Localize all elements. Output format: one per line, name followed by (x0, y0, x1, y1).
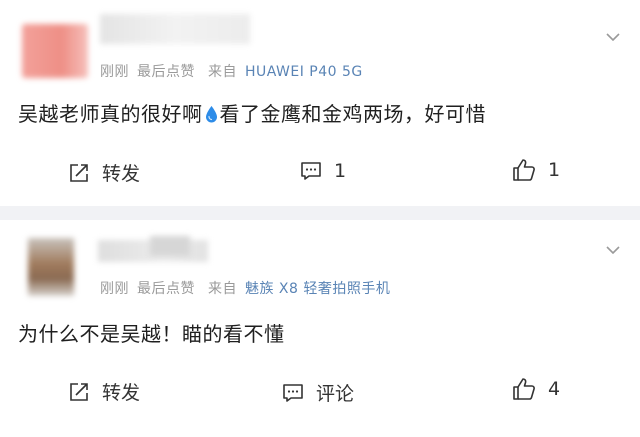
username-extra (150, 236, 190, 256)
source-label: 来自 (207, 64, 237, 80)
droplet-icon (205, 106, 217, 123)
share-label: 转发 (102, 163, 141, 185)
chevron-down-icon[interactable] (606, 33, 620, 41)
comment-text: 吴越老师真的很好啊 看了金鹰和金鸡两场，好可惜 (18, 98, 486, 127)
comment-text-part-2: 看了金鹰和金鸡两场，好可惜 (219, 102, 486, 126)
device-link[interactable]: HUAWEI P40 5G (245, 64, 363, 80)
share-icon (70, 163, 88, 182)
like-button[interactable]: 4 (512, 377, 560, 401)
avatar[interactable] (28, 238, 74, 296)
like-button[interactable]: 1 (512, 158, 560, 182)
comment-card-1: 刚刚 最后点赞 来自 HUAWEI P40 5G 吴越老师真的很好啊 看了金鹰和金鸡… (0, 0, 640, 206)
device-link[interactable]: 魅族 X8 轻奢拍照手机 (245, 281, 390, 297)
comment-button[interactable]: 评论 (282, 379, 354, 406)
comment-icon (283, 383, 303, 402)
comment-count: 1 (334, 160, 347, 182)
comment-button[interactable]: 1 (300, 160, 346, 182)
thumbs-up-icon (513, 378, 535, 400)
comment-label: 评论 (316, 383, 355, 405)
share-label: 转发 (102, 382, 141, 404)
like-count: 1 (548, 159, 561, 181)
thumbs-up-icon (513, 159, 535, 181)
avatar[interactable] (22, 24, 88, 78)
like-count: 4 (548, 378, 561, 400)
source-label: 来自 (207, 281, 237, 297)
divider (0, 206, 640, 220)
timestamp: 刚刚 (100, 281, 129, 297)
comment-icon (301, 162, 321, 180)
comment-meta: 刚刚 最后点赞 来自 魅族 X8 轻奢拍照手机 (100, 278, 398, 298)
comment-meta: 刚刚 最后点赞 来自 HUAWEI P40 5G (100, 61, 371, 81)
comment-text: 为什么不是吴越！瞄的看不懂 (18, 322, 285, 346)
comment-text-part-1: 吴越老师真的很好啊 (18, 102, 203, 126)
share-button[interactable]: 转发 (68, 378, 140, 405)
chevron-down-icon[interactable] (606, 246, 620, 254)
share-button[interactable]: 转发 (68, 159, 140, 186)
last-edit-label: 最后点赞 (137, 64, 195, 80)
timestamp: 刚刚 (100, 64, 129, 80)
last-edit-label: 最后点赞 (137, 281, 195, 297)
username[interactable] (100, 14, 250, 44)
share-icon (70, 382, 88, 401)
